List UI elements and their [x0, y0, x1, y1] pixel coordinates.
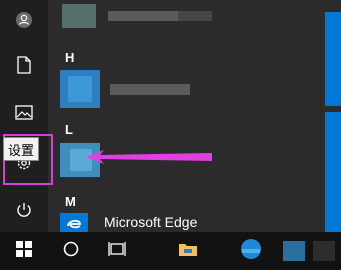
section-header-m[interactable]: M	[65, 194, 76, 209]
task-view-icon	[108, 241, 126, 262]
document-icon	[17, 55, 31, 79]
section-header-l[interactable]: L	[65, 122, 73, 137]
file-explorer-button[interactable]	[164, 232, 212, 270]
windows-icon	[16, 240, 32, 262]
pictures-icon	[15, 105, 33, 125]
live-tile[interactable]	[325, 12, 341, 106]
user-icon	[15, 11, 33, 34]
blurred-app-item[interactable]	[60, 70, 210, 108]
edge-tile	[60, 213, 88, 233]
app-label-microsoft-edge: Microsoft Edge	[104, 214, 198, 230]
app-list: H L M Microsoft Edge	[48, 0, 323, 233]
blurred-app-item[interactable]	[62, 4, 212, 28]
settings-tooltip: 设置	[3, 137, 39, 161]
power-icon	[15, 201, 33, 224]
taskbar	[0, 232, 341, 270]
folder-icon	[178, 241, 198, 262]
edge-icon	[67, 219, 81, 229]
task-view-button[interactable]	[94, 232, 140, 270]
circle-icon	[63, 241, 79, 262]
live-tiles-strip	[323, 0, 341, 240]
section-header-h[interactable]: H	[65, 50, 74, 65]
power-button[interactable]	[0, 190, 48, 234]
documents-button[interactable]	[0, 45, 48, 89]
blurred-taskbar-items[interactable]	[276, 232, 341, 270]
start-button[interactable]	[0, 232, 48, 270]
start-menu-rail	[0, 0, 48, 232]
cortana-button[interactable]	[48, 232, 94, 270]
pictures-button[interactable]	[0, 93, 48, 137]
annotation-arrow	[86, 150, 212, 164]
app-item-microsoft-edge[interactable]: Microsoft Edge	[60, 213, 320, 233]
live-tile[interactable]	[325, 112, 341, 240]
edge-taskbar-button[interactable]	[226, 232, 276, 270]
user-account-button[interactable]	[0, 0, 48, 44]
edge-icon	[239, 237, 263, 266]
